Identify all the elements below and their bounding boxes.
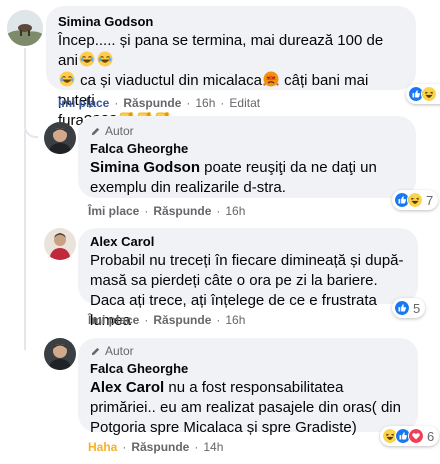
- reaction-count: 6: [427, 428, 435, 444]
- reaction-count: 7: [426, 192, 434, 208]
- comment-actions: Îmi place · Răspunde · 16h: [88, 313, 246, 327]
- comment-bubble: Simina Godson Încep..... și pana se term…: [46, 6, 416, 129]
- comment-text: Alex Carol nu a fost responsabilitatea p…: [90, 379, 401, 436]
- laughing-emoji: [79, 51, 95, 67]
- like-button[interactable]: Îmi place: [88, 204, 139, 218]
- pencil-icon: [90, 346, 101, 357]
- comment-bubble: Autor Falca Gheorghe Alex Carol nu a fos…: [78, 338, 418, 436]
- comment-actions: Haha · Răspunde · 14h: [88, 440, 224, 454]
- reaction-summary[interactable]: 6: [380, 426, 440, 446]
- thread-line: [24, 130, 38, 240]
- comment-text: Simina Godson poate reuşiţi da ne daţi u…: [90, 159, 377, 196]
- love-reaction-icon: [408, 428, 424, 444]
- reply-button[interactable]: Răspunde: [153, 313, 211, 327]
- haha-reaction-icon: [407, 192, 423, 208]
- like-button[interactable]: Îmi place: [88, 313, 139, 327]
- comment-author[interactable]: Falca Gheorghe: [90, 361, 406, 376]
- mention-link[interactable]: Simina Godson: [90, 159, 200, 176]
- reaction-summary[interactable]: 5: [392, 298, 426, 318]
- comment-author[interactable]: Falca Gheorghe: [90, 141, 404, 156]
- laughing-emoji: [59, 71, 75, 87]
- mention-link[interactable]: Alex Carol: [90, 379, 164, 396]
- reply-button[interactable]: Răspunde: [153, 204, 211, 218]
- edited-label: Editat: [229, 96, 261, 110]
- haha-reaction-icon: [421, 86, 437, 102]
- comment-bubble: Autor Falca Gheorghe Simina Godson poate…: [78, 116, 416, 198]
- haha-reaction-button[interactable]: Haha: [88, 440, 117, 454]
- comment-author[interactable]: Alex Carol: [90, 234, 406, 249]
- reply-button[interactable]: Răspunde: [123, 96, 181, 110]
- comment-author[interactable]: Simina Godson: [58, 14, 404, 29]
- comment-bubble: Alex Carol Probabil nu treceți în fiecar…: [78, 228, 418, 329]
- timestamp[interactable]: 16h: [225, 204, 245, 218]
- pencil-icon: [90, 126, 101, 137]
- reaction-summary[interactable]: 7: [392, 190, 439, 210]
- avatar[interactable]: [7, 10, 43, 46]
- comment-actions: Îmi place · Răspunde · 16h: [88, 204, 246, 218]
- reaction-count: 5: [413, 300, 421, 316]
- thread-line: [24, 48, 38, 138]
- like-reaction-icon: [394, 300, 410, 316]
- laughing-emoji: [97, 51, 113, 67]
- timestamp[interactable]: 16h: [225, 313, 245, 327]
- timestamp[interactable]: 14h: [203, 440, 223, 454]
- thread-line: [24, 240, 38, 350]
- author-badge: Autor: [90, 344, 406, 358]
- avatar[interactable]: [44, 338, 76, 370]
- avatar[interactable]: [44, 122, 76, 154]
- angry-emoji: [263, 71, 279, 87]
- reaction-summary[interactable]: 2: [406, 84, 440, 104]
- like-button[interactable]: Îmi place: [58, 96, 109, 110]
- comment-actions: Îmi place · Răspunde · 16h · Editat: [58, 96, 261, 110]
- timestamp[interactable]: 16h: [195, 96, 215, 110]
- avatar[interactable]: [44, 228, 76, 260]
- reply-button[interactable]: Răspunde: [131, 440, 189, 454]
- author-badge: Autor: [90, 124, 404, 138]
